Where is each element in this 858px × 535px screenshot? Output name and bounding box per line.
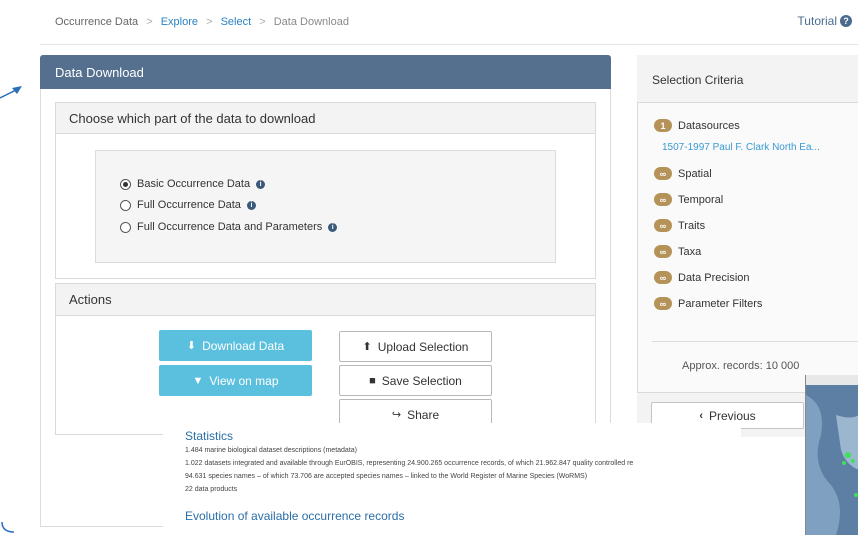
infinity-badge: ∞ (654, 167, 672, 180)
statistics-line: 1.484 marine biological dataset descript… (185, 447, 357, 454)
statistics-title: Statistics (185, 429, 234, 443)
download-circle-icon: ⬇︎ (186, 340, 197, 352)
map-image-graphic (806, 375, 858, 535)
approx-records: Approx. records: 10 000 (682, 360, 799, 372)
actions-section-title: Actions (69, 292, 112, 307)
criterion-label: Taxa (678, 245, 702, 258)
info-icon[interactable]: i (256, 179, 266, 189)
map-image (805, 375, 858, 535)
info-icon[interactable]: i (328, 222, 338, 232)
option-full-parameters[interactable]: Full Occurrence Data and Parameters i (120, 221, 338, 233)
download-data-label: Download Data (202, 338, 285, 353)
question-icon: ? (840, 15, 852, 27)
breadcrumb-explore[interactable]: Explore (161, 16, 198, 28)
option-label: Full Occurrence Data and Parameters (137, 221, 323, 233)
criterion-traits[interactable]: ∞ Traits (654, 219, 705, 232)
criterion-datasources[interactable]: 1 Datasources (654, 119, 740, 132)
option-full[interactable]: Full Occurrence Data i (120, 199, 256, 211)
statistics-line: 94.631 species names – of which 73.706 a… (185, 473, 588, 480)
radio-full-parameters[interactable] (120, 221, 131, 233)
panel-title: Data Download (55, 65, 144, 80)
pointer-arrow-bottom-icon (1, 522, 15, 533)
option-basic[interactable]: Basic Occurrence Data i (120, 178, 266, 190)
view-on-map-label: View on map (209, 373, 279, 388)
infinity-badge: ∞ (654, 271, 672, 284)
criterion-label: Temporal (678, 193, 724, 206)
criterion-label: Traits (678, 219, 706, 232)
upload-selection-button[interactable]: ⬆︎ Upload Selection (339, 331, 492, 362)
pointer-arrow-icon (0, 86, 22, 99)
statistics-line: 1.022 datasets integrated and available … (185, 460, 634, 467)
radio-basic[interactable] (120, 178, 131, 190)
map-marker-icon: ▼ (192, 374, 204, 387)
breadcrumb-separator: > (206, 16, 213, 28)
breadcrumb-current: Data Download (273, 16, 349, 28)
tutorial-link[interactable]: Tutorial ? (797, 14, 852, 28)
approx-records-label: Approx. records: (682, 360, 763, 372)
evolution-title: Evolution of available occurrence record… (185, 509, 405, 523)
criterion-taxa[interactable]: ∞ Taxa (654, 245, 701, 258)
criterion-data-precision[interactable]: ∞ Data Precision (654, 271, 750, 284)
tutorial-label: Tutorial (797, 14, 837, 28)
criterion-temporal[interactable]: ∞ Temporal (654, 193, 723, 206)
actions-section-header (56, 284, 595, 316)
radio-full[interactable] (120, 199, 131, 211)
criteria-divider (652, 341, 858, 342)
share-label: Share (407, 407, 440, 422)
info-icon[interactable]: i (246, 200, 256, 210)
upload-circle-icon: ⬆︎ (362, 341, 372, 353)
infinity-badge: ∞ (654, 219, 672, 232)
criterion-parameter-filters[interactable]: ∞ Parameter Filters (654, 297, 762, 310)
share-icon: ↪ (391, 409, 402, 421)
infinity-badge: ∞ (654, 297, 672, 310)
upload-selection-label: Upload Selection (377, 339, 469, 354)
save-selection-label: Save Selection (381, 373, 462, 388)
breadcrumb-select[interactable]: Select (221, 16, 252, 28)
breadcrumb: Occurrence Data > Explore > Select > Dat… (55, 16, 349, 28)
infinity-badge: ∞ (654, 245, 672, 258)
approx-records-value: 10 000 (765, 360, 800, 372)
criterion-label: Datasources (678, 119, 740, 132)
statistics-card: Statistics 1.484 marine biological datas… (163, 423, 741, 535)
chevron-left-icon: ‹ (699, 409, 703, 422)
selection-criteria-title: Selection Criteria (652, 73, 744, 87)
save-selection-button[interactable]: ■ Save Selection (339, 365, 492, 396)
criterion-label: Parameter Filters (678, 297, 763, 310)
criterion-label: Data Precision (678, 271, 750, 284)
infinity-badge: ∞ (654, 193, 672, 206)
criterion-spatial[interactable]: ∞ Spatial (654, 167, 712, 180)
datasource-link[interactable]: 1507-1997 Paul F. Clark North Ea... (662, 142, 820, 153)
statistics-line: 22 data products (185, 486, 238, 493)
option-label: Basic Occurrence Data (137, 178, 251, 190)
save-icon: ■ (369, 374, 376, 387)
count-badge: 1 (654, 119, 672, 132)
criterion-label: Spatial (678, 167, 712, 180)
previous-label: Previous (708, 408, 756, 423)
breadcrumb-root[interactable]: Occurrence Data (55, 16, 138, 28)
download-data-button[interactable]: ⬇︎ Download Data (159, 330, 312, 361)
breadcrumb-separator: > (259, 16, 266, 28)
breadcrumb-separator: > (146, 16, 153, 28)
view-on-map-button[interactable]: ▼ View on map (159, 365, 312, 396)
option-label: Full Occurrence Data (137, 199, 241, 211)
choose-section-title: Choose which part of the data to downloa… (69, 111, 316, 126)
